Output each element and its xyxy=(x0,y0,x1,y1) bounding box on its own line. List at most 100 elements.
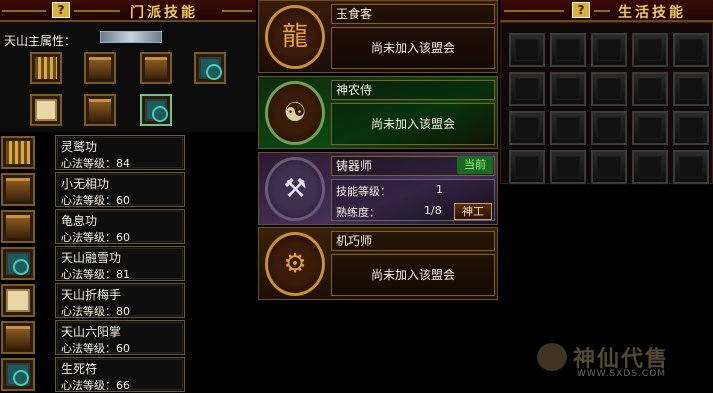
life-skills-title: 生活技能 xyxy=(618,5,686,21)
life-skill-slot[interactable] xyxy=(631,71,669,107)
watermark-url: WWW.SXDS.COM xyxy=(577,369,667,379)
alliance-name: 机巧师 xyxy=(331,231,495,251)
life-skill-slot[interactable] xyxy=(631,110,669,146)
skill-slot[interactable] xyxy=(84,94,116,126)
skill-icon xyxy=(1,136,35,169)
skill-row[interactable]: 天山折梅手 心法等级：80 xyxy=(0,283,190,318)
life-skill-slot[interactable] xyxy=(672,32,710,68)
anvil-glyph: ⚒ xyxy=(283,174,307,204)
brown-book-icon xyxy=(145,57,167,79)
skill-level: 心法等级：81 xyxy=(61,268,130,281)
brown-book-icon xyxy=(6,215,30,238)
skill-row[interactable]: 天山融雪功 心法等级：81 xyxy=(0,246,190,281)
skill-level: 心法等级：84 xyxy=(61,157,130,170)
life-skill-slot[interactable] xyxy=(508,71,546,107)
header-ornament xyxy=(2,10,46,12)
anvil-emblem-icon: ⚒ xyxy=(265,157,325,221)
alliance-status: 尚未加入该盟会 xyxy=(331,27,495,69)
gear-emblem-icon: ⚙ xyxy=(265,232,325,296)
alliance-status: 尚未加入该盟会 xyxy=(331,103,495,145)
header-ornament xyxy=(74,10,120,12)
life-skill-slot[interactable] xyxy=(672,149,710,185)
shengong-button[interactable]: 神工 xyxy=(454,203,492,220)
dragon-glyph: 龍 xyxy=(281,22,308,52)
skill-name: 生死符 xyxy=(61,362,98,376)
skill-name: 小无相功 xyxy=(61,177,110,191)
alliance-card-jiqiao[interactable]: ⚙ 机巧师 尚未加入该盟会 xyxy=(258,227,498,300)
skill-slot[interactable] xyxy=(84,52,116,84)
life-skill-slot[interactable] xyxy=(590,110,628,146)
life-skill-slot[interactable] xyxy=(508,149,546,185)
life-skill-slot[interactable] xyxy=(549,32,587,68)
help-button[interactable]: ? xyxy=(572,2,590,18)
skill-icon xyxy=(1,358,35,391)
skill-slot[interactable] xyxy=(30,94,62,126)
life-skill-slot[interactable] xyxy=(590,149,628,185)
life-skill-slot[interactable] xyxy=(508,110,546,146)
alliance-status: 尚未加入该盟会 xyxy=(331,254,495,296)
life-skill-slot[interactable] xyxy=(549,71,587,107)
skill-slot[interactable] xyxy=(194,52,226,84)
header-ornament xyxy=(504,10,564,12)
skill-name: 天山折梅手 xyxy=(61,288,122,302)
skill-info: 天山六阳掌 心法等级：60 xyxy=(55,320,185,355)
current-badge: 当前 xyxy=(457,156,493,174)
sect-skills-title: 门派技能 xyxy=(130,5,198,21)
skill-slot[interactable] xyxy=(140,52,172,84)
teal-book-icon xyxy=(145,99,168,122)
skill-level: 心法等级：60 xyxy=(61,231,130,244)
skill-icon xyxy=(1,173,35,206)
gold-book-icon xyxy=(35,57,57,79)
skill-icon xyxy=(1,247,35,280)
skill-name: 龟息功 xyxy=(61,214,98,228)
skill-name: 天山融雪功 xyxy=(61,251,122,265)
life-skills-grid xyxy=(500,22,713,185)
skill-row[interactable]: 小无相功 心法等级：60 xyxy=(0,172,190,207)
life-skill-slot[interactable] xyxy=(631,32,669,68)
teal-book-icon xyxy=(6,252,30,275)
life-skill-slot[interactable] xyxy=(508,32,546,68)
skill-slot-selected[interactable] xyxy=(140,94,172,126)
life-skill-slot[interactable] xyxy=(590,71,628,107)
cream-book-icon xyxy=(35,99,57,121)
brown-book-icon xyxy=(6,178,30,201)
skill-row[interactable]: 龟息功 心法等级：60 xyxy=(0,209,190,244)
skill-level-value: 1 xyxy=(436,183,443,196)
alliance-card-shennong[interactable]: ☯ 神农侍 尚未加入该盟会 xyxy=(258,76,498,149)
skill-icon xyxy=(1,284,35,317)
craft-stats: 技能等级： 1 熟练度： 1/8 神工 xyxy=(331,179,495,221)
life-skill-slot[interactable] xyxy=(631,149,669,185)
dragon-emblem-icon: 龍 xyxy=(265,5,325,69)
alliance-name: 玉食客 xyxy=(331,4,495,24)
life-skill-slot[interactable] xyxy=(549,149,587,185)
skill-row[interactable]: 灵鹫功 心法等级：84 xyxy=(0,135,190,170)
gold-book-icon xyxy=(6,141,30,164)
life-skill-slot[interactable] xyxy=(549,110,587,146)
life-skill-slot[interactable] xyxy=(672,110,710,146)
skill-info: 小无相功 心法等级：60 xyxy=(55,172,185,207)
skill-row[interactable]: 天山六阳掌 心法等级：60 xyxy=(0,320,190,355)
teal-book-icon xyxy=(6,363,30,386)
skill-level: 心法等级：60 xyxy=(61,342,130,355)
brown-book-icon xyxy=(89,99,111,121)
cream-book-icon xyxy=(6,289,30,312)
life-skill-slot[interactable] xyxy=(590,32,628,68)
yin-yang-glyph: ☯ xyxy=(283,98,307,128)
life-skills-header: ? 生活技能 xyxy=(500,0,713,22)
mascot-icon xyxy=(537,343,567,371)
header-ornament xyxy=(222,10,252,12)
skill-row[interactable]: 生死符 心法等级：66 xyxy=(0,357,190,392)
watermark: 神仙代售 WWW.SXDS.COM xyxy=(537,341,707,381)
skill-level-label: 技能等级： xyxy=(336,185,391,198)
skill-level: 心法等级：60 xyxy=(61,194,130,207)
alliance-card-zhuqi[interactable]: ⚒ 铸器师 当前 技能等级： 1 熟练度： 1/8 神工 xyxy=(258,152,498,225)
life-skill-slot[interactable] xyxy=(672,71,710,107)
skill-info: 龟息功 心法等级：60 xyxy=(55,209,185,244)
skill-icon xyxy=(1,321,35,354)
skill-slot[interactable] xyxy=(30,52,62,84)
help-button[interactable]: ? xyxy=(52,2,70,18)
alliance-card-yushike[interactable]: 龍 玉食客 尚未加入该盟会 xyxy=(258,0,498,73)
skill-info: 生死符 心法等级：66 xyxy=(55,357,185,392)
brown-book-icon xyxy=(6,326,30,349)
main-attribute-panel: 天山主属性： xyxy=(0,22,256,132)
